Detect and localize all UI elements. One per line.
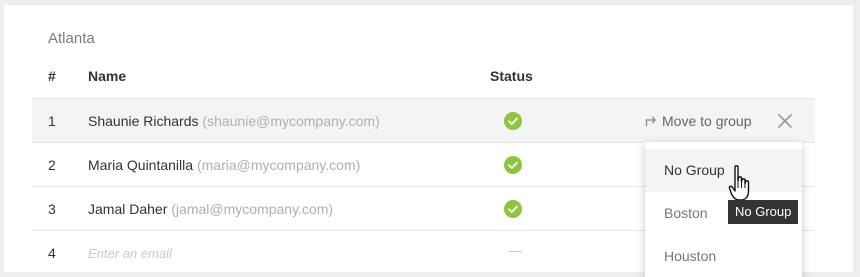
member-name: Shaunie Richards (shaunie@mycompany.com) xyxy=(88,113,380,129)
move-arrow-icon xyxy=(645,116,657,126)
status-empty: — xyxy=(508,242,522,258)
status-check-icon xyxy=(504,200,522,218)
column-header-number: # xyxy=(48,68,56,84)
row-number: 2 xyxy=(48,157,56,173)
status-check-icon xyxy=(504,156,522,174)
column-header-status: Status xyxy=(490,68,533,84)
member-name-text: Jamal Daher xyxy=(88,201,168,217)
member-email: (maria@mycompany.com) xyxy=(196,157,361,173)
group-title: Atlanta xyxy=(48,30,95,47)
member-name-text: Shaunie Richards xyxy=(88,113,199,129)
row-number: 4 xyxy=(48,245,56,261)
column-header-name: Name xyxy=(88,68,127,84)
member-email: (shaunie@mycompany.com) xyxy=(202,113,380,129)
move-to-group-button[interactable]: Move to group xyxy=(644,113,752,129)
row-number: 3 xyxy=(48,201,56,217)
dropdown-item-houston[interactable]: Houston xyxy=(645,235,802,277)
status-check-icon xyxy=(504,112,522,130)
move-to-group-label: Move to group xyxy=(662,113,752,129)
member-name-text: Maria Quintanilla xyxy=(88,157,194,173)
row-number: 1 xyxy=(48,113,56,129)
member-name: Maria Quintanilla (maria@mycompany.com) xyxy=(88,157,360,173)
member-name: Jamal Daher (jamal@mycompany.com) xyxy=(88,201,333,217)
hand-pointer-icon xyxy=(728,165,750,201)
tooltip: No Group xyxy=(728,200,799,224)
close-icon[interactable] xyxy=(777,113,793,129)
member-email: (jamal@mycompany.com) xyxy=(171,201,334,217)
dropdown-item-no-group[interactable]: No Group xyxy=(645,149,802,192)
email-input[interactable]: Enter an email xyxy=(88,246,172,261)
